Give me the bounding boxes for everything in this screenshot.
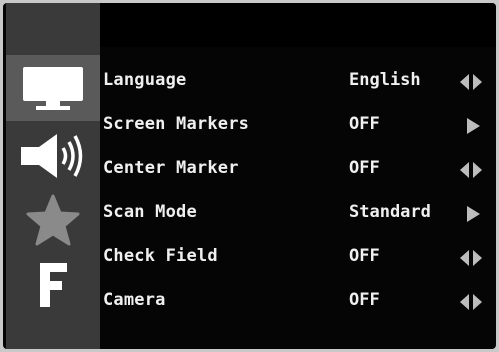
menu-row-label: Language — [103, 70, 187, 90]
left-right-arrows-icon[interactable] — [458, 73, 484, 91]
menu-row-language[interactable]: Language English — [103, 61, 493, 105]
right-arrow-icon[interactable] — [458, 117, 484, 135]
menu-row-label: Scan Mode — [103, 202, 197, 222]
header-band — [100, 3, 496, 47]
osd-screen: Language English Screen Markers OFF Cent… — [3, 3, 496, 349]
right-arrow-icon[interactable] — [458, 205, 484, 223]
menu-row-check-field[interactable]: Check Field OFF — [103, 237, 493, 281]
category-sidebar — [6, 3, 100, 349]
menu-row-value: English — [349, 70, 421, 90]
menu-row-screen-markers[interactable]: Screen Markers OFF — [103, 105, 493, 149]
left-right-arrows-icon[interactable] — [458, 293, 484, 311]
letter-f-icon — [40, 263, 67, 307]
left-right-arrows-icon[interactable] — [458, 249, 484, 267]
category-function[interactable] — [6, 255, 100, 315]
left-right-arrows-icon[interactable] — [458, 161, 484, 179]
menu-row-value: Standard — [349, 202, 431, 222]
speaker-icon — [21, 134, 83, 178]
monitor-icon — [23, 67, 83, 110]
category-display[interactable] — [6, 55, 100, 121]
menu-row-value: OFF — [349, 246, 380, 266]
menu-row-center-marker[interactable]: Center Marker OFF — [103, 149, 493, 193]
category-favorites[interactable] — [6, 189, 100, 251]
menu-row-label: Center Marker — [103, 158, 239, 178]
menu-row-camera[interactable]: Camera OFF — [103, 281, 493, 325]
menu-row-scan-mode[interactable]: Scan Mode Standard — [103, 193, 493, 237]
menu-row-value: OFF — [349, 290, 380, 310]
menu-row-label: Check Field — [103, 246, 218, 266]
category-audio[interactable] — [6, 127, 100, 185]
menu-row-value: OFF — [349, 158, 380, 178]
menu-row-label: Screen Markers — [103, 114, 250, 134]
menu-row-label: Camera — [103, 290, 166, 310]
settings-menu: Language English Screen Markers OFF Cent… — [103, 61, 493, 325]
star-icon — [26, 194, 80, 246]
menu-row-value: OFF — [349, 114, 380, 134]
